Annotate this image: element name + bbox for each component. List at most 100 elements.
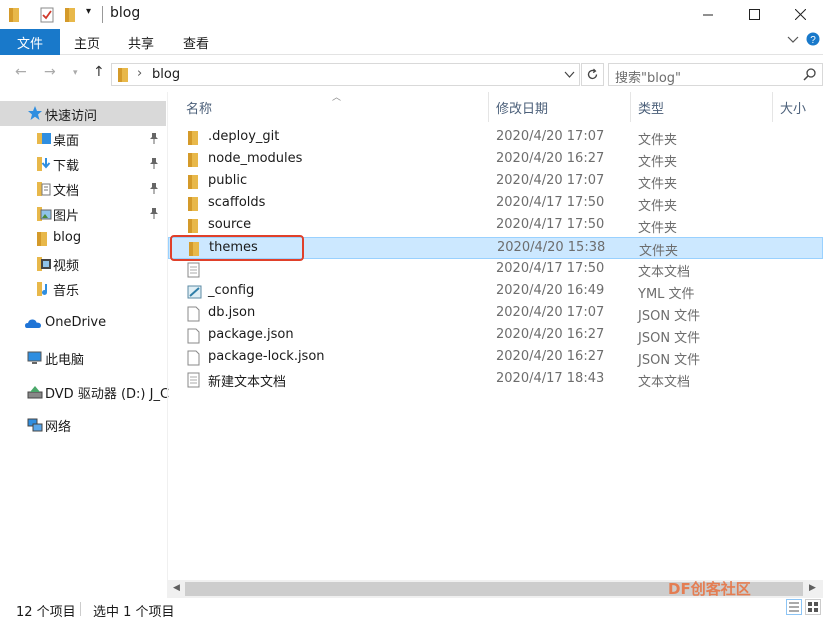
column-separator[interactable] (772, 92, 773, 122)
column-header-date[interactable]: 修改日期 (496, 92, 548, 122)
pin-icon[interactable] (149, 132, 159, 148)
file-type: JSON 文件 (638, 353, 701, 368)
nav-dvd-drive[interactable]: DVD 驱动器 (D:) J_C (0, 379, 170, 404)
nav-item-blog[interactable]: blog (0, 226, 166, 251)
address-bar[interactable]: › blog (111, 63, 580, 86)
file-date: 2020/4/17 17:50 (496, 261, 605, 276)
tab-home[interactable]: 主页 (74, 29, 100, 55)
title-divider (102, 6, 103, 23)
documents-icon (36, 181, 52, 197)
search-input[interactable]: 搜索"blog" (608, 63, 823, 86)
watermark: DF创客社区 (668, 580, 751, 598)
nav-item-label: 下载 (53, 159, 80, 174)
column-size-label: 大小 (780, 101, 807, 117)
download-icon (36, 156, 52, 172)
column-header-size[interactable]: 大小 (780, 92, 806, 122)
nav-this-pc[interactable]: 此电脑 (0, 345, 166, 370)
status-selected-count: 选中 1 个项目 (93, 605, 175, 620)
search-icon[interactable] (803, 68, 816, 85)
file-row[interactable]: _config 2020/4/20 16:49 YML 文件 (168, 281, 823, 303)
file-type: 文件夹 (638, 177, 678, 192)
help-icon[interactable]: ? (806, 32, 820, 50)
music-icon (36, 281, 52, 297)
folder-icon (36, 231, 52, 247)
computer-icon (27, 350, 43, 366)
file-date: 2020/4/20 16:27 (496, 349, 605, 364)
customize-toolbar-icon[interactable]: ▾ (86, 6, 91, 17)
file-name: public (208, 173, 248, 188)
nav-item-label: 文档 (53, 184, 80, 199)
pin-icon[interactable] (149, 182, 159, 198)
column-header-type[interactable]: 类型 (638, 92, 664, 122)
folder-icon (187, 152, 199, 172)
nav-item-label: 图片 (53, 209, 80, 224)
nav-dvd-drive-label: DVD 驱动器 (D:) J_C (45, 387, 170, 402)
breadcrumb-chevron-icon[interactable]: › (137, 66, 142, 81)
nav-quick-access[interactable]: 快速访问 (0, 101, 166, 126)
nav-onedrive[interactable]: OneDrive (0, 311, 166, 336)
column-separator[interactable] (488, 92, 489, 122)
svg-text:?: ? (810, 35, 816, 46)
file-name: package-lock.json (208, 349, 325, 364)
forward-arrow-icon[interactable]: → (44, 64, 56, 80)
file-row[interactable]: 新建文本文档 2020/4/17 18:43 文本文档 (168, 369, 823, 391)
minimize-button[interactable] (685, 0, 731, 29)
window-title: blog (110, 5, 141, 21)
nav-network[interactable]: 网络 (0, 412, 166, 437)
large-icons-view-icon (808, 602, 818, 612)
refresh-button[interactable] (581, 63, 604, 86)
pin-icon[interactable] (149, 207, 159, 223)
text-file-icon (187, 262, 200, 282)
file-row[interactable]: public 2020/4/20 17:07 文件夹 (168, 171, 823, 193)
properties-icon[interactable] (40, 7, 54, 27)
nav-quick-access-label: 快速访问 (45, 109, 98, 124)
nav-item-desktop[interactable]: 桌面 (0, 126, 166, 151)
file-row[interactable]: 2020/4/17 17:50 文本文档 (168, 259, 823, 281)
tab-file[interactable]: 文件 (0, 29, 60, 55)
nav-item-downloads[interactable]: 下载 (0, 151, 166, 176)
maximize-button[interactable] (731, 0, 777, 29)
nav-item-label: 桌面 (53, 134, 80, 149)
status-item-count: 12 个项目 (16, 605, 76, 620)
file-row[interactable]: source 2020/4/17 17:50 文件夹 (168, 215, 823, 237)
file-row[interactable]: package.json 2020/4/20 16:27 JSON 文件 (168, 325, 823, 347)
close-button[interactable] (777, 0, 823, 29)
tab-share[interactable]: 共享 (128, 29, 154, 55)
details-view-button[interactable] (786, 599, 802, 615)
file-type: 文件夹 (638, 133, 678, 148)
breadcrumb-blog[interactable]: blog (152, 67, 180, 82)
tab-view[interactable]: 查看 (183, 29, 209, 55)
new-folder-icon[interactable] (64, 7, 76, 27)
details-view-icon (789, 602, 799, 612)
nav-item-documents[interactable]: 文档 (0, 176, 166, 201)
desktop-icon (36, 131, 52, 147)
nav-item-videos[interactable]: 视频 (0, 251, 166, 276)
up-arrow-icon[interactable]: ↑ (93, 64, 105, 80)
file-row[interactable]: db.json 2020/4/20 17:07 JSON 文件 (168, 303, 823, 325)
ribbon-tabs: 文件 主页 共享 查看 ? (0, 29, 823, 55)
file-row[interactable]: node_modules 2020/4/20 16:27 文件夹 (168, 149, 823, 171)
file-row[interactable]: .deploy_git 2020/4/20 17:07 文件夹 (168, 127, 823, 149)
nav-item-music[interactable]: 音乐 (0, 276, 166, 301)
large-icons-view-button[interactable] (805, 599, 821, 615)
pin-icon[interactable] (149, 157, 159, 173)
back-arrow-icon[interactable]: ← (15, 64, 27, 80)
file-type: YML 文件 (638, 287, 695, 302)
file-row[interactable]: scaffolds 2020/4/17 17:50 文件夹 (168, 193, 823, 215)
folder-icon (187, 174, 199, 194)
file-name: .deploy_git (208, 129, 280, 144)
address-dropdown-icon[interactable] (564, 69, 575, 84)
scroll-left-icon[interactable]: ◀ (173, 583, 180, 593)
file-type: 文本文档 (638, 375, 691, 390)
annotation-highlight-box (170, 235, 304, 261)
file-date: 2020/4/17 18:43 (496, 371, 605, 386)
scroll-right-icon[interactable]: ▶ (809, 583, 816, 593)
sort-ascending-icon: ︿ (332, 93, 342, 103)
refresh-icon (587, 68, 598, 80)
expand-ribbon-icon[interactable] (787, 33, 799, 49)
column-header-name[interactable]: 名称 (186, 92, 212, 122)
file-row[interactable]: package-lock.json 2020/4/20 16:27 JSON 文件 (168, 347, 823, 369)
recent-locations-icon[interactable]: ▾ (73, 68, 78, 78)
column-separator[interactable] (630, 92, 631, 122)
nav-item-pictures[interactable]: 图片 (0, 201, 166, 226)
